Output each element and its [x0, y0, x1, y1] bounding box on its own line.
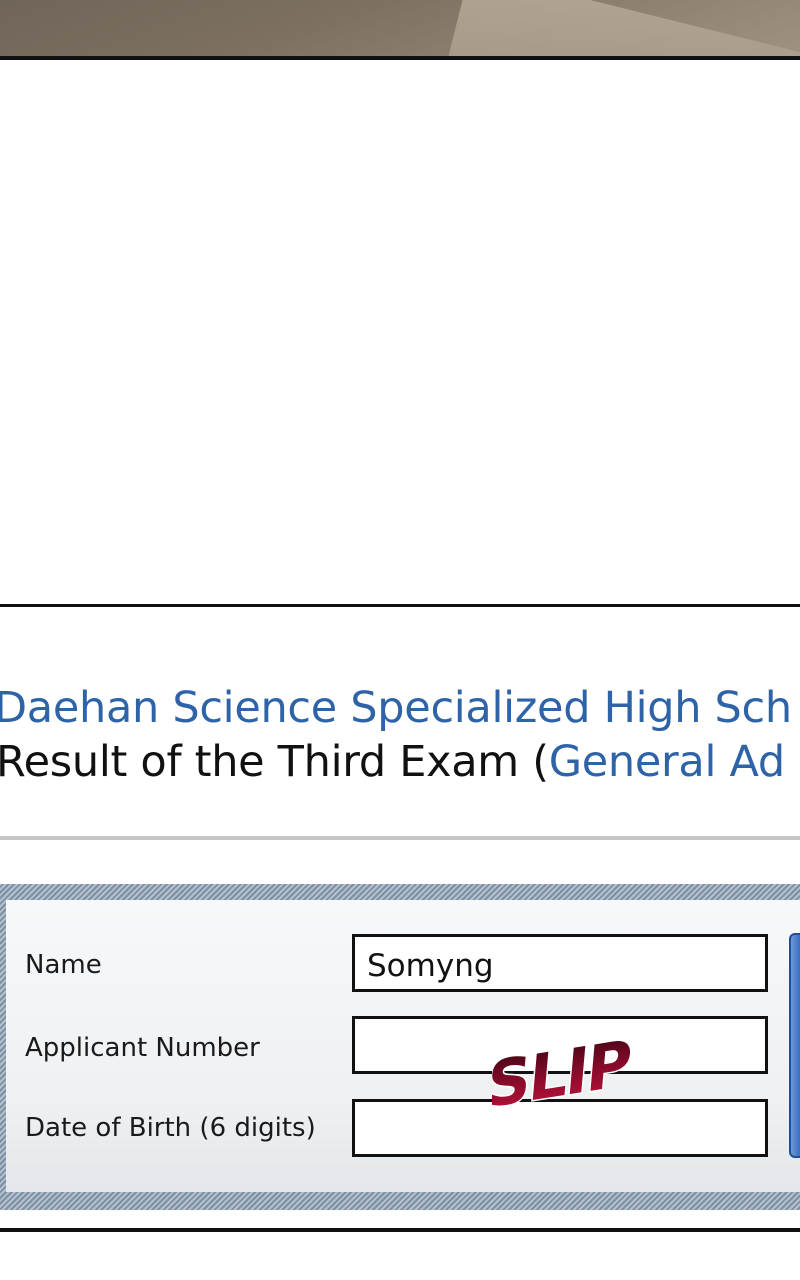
exam-result-heading: Result of the Third Exam (General Ad: [0, 737, 785, 787]
heading-divider: [0, 836, 800, 840]
applicant-number-label: Applicant Number: [25, 1033, 260, 1063]
illustration-wedge: [440, 0, 800, 57]
exam-result-accent: General Ad: [548, 737, 785, 787]
comic-page: Daehan Science Specialized High Sch Resu…: [0, 0, 800, 1280]
panel-border-middle: [0, 604, 800, 607]
submit-button[interactable]: [789, 933, 800, 1158]
slip-sound-effect-text: SLIP: [492, 1026, 633, 1108]
school-name-heading: Daehan Science Specialized High Sch: [0, 683, 792, 733]
panel-border-top: [0, 56, 800, 60]
name-input[interactable]: [352, 934, 768, 992]
name-label: Name: [25, 950, 102, 980]
slip-sound-effect: SLIP: [492, 1025, 634, 1108]
panel-border-bottom: [0, 1228, 800, 1232]
exam-result-prefix: Result of the Third Exam (: [0, 737, 549, 787]
top-panel-illustration: [0, 0, 800, 57]
date-of-birth-label: Date of Birth (6 digits): [25, 1113, 316, 1143]
